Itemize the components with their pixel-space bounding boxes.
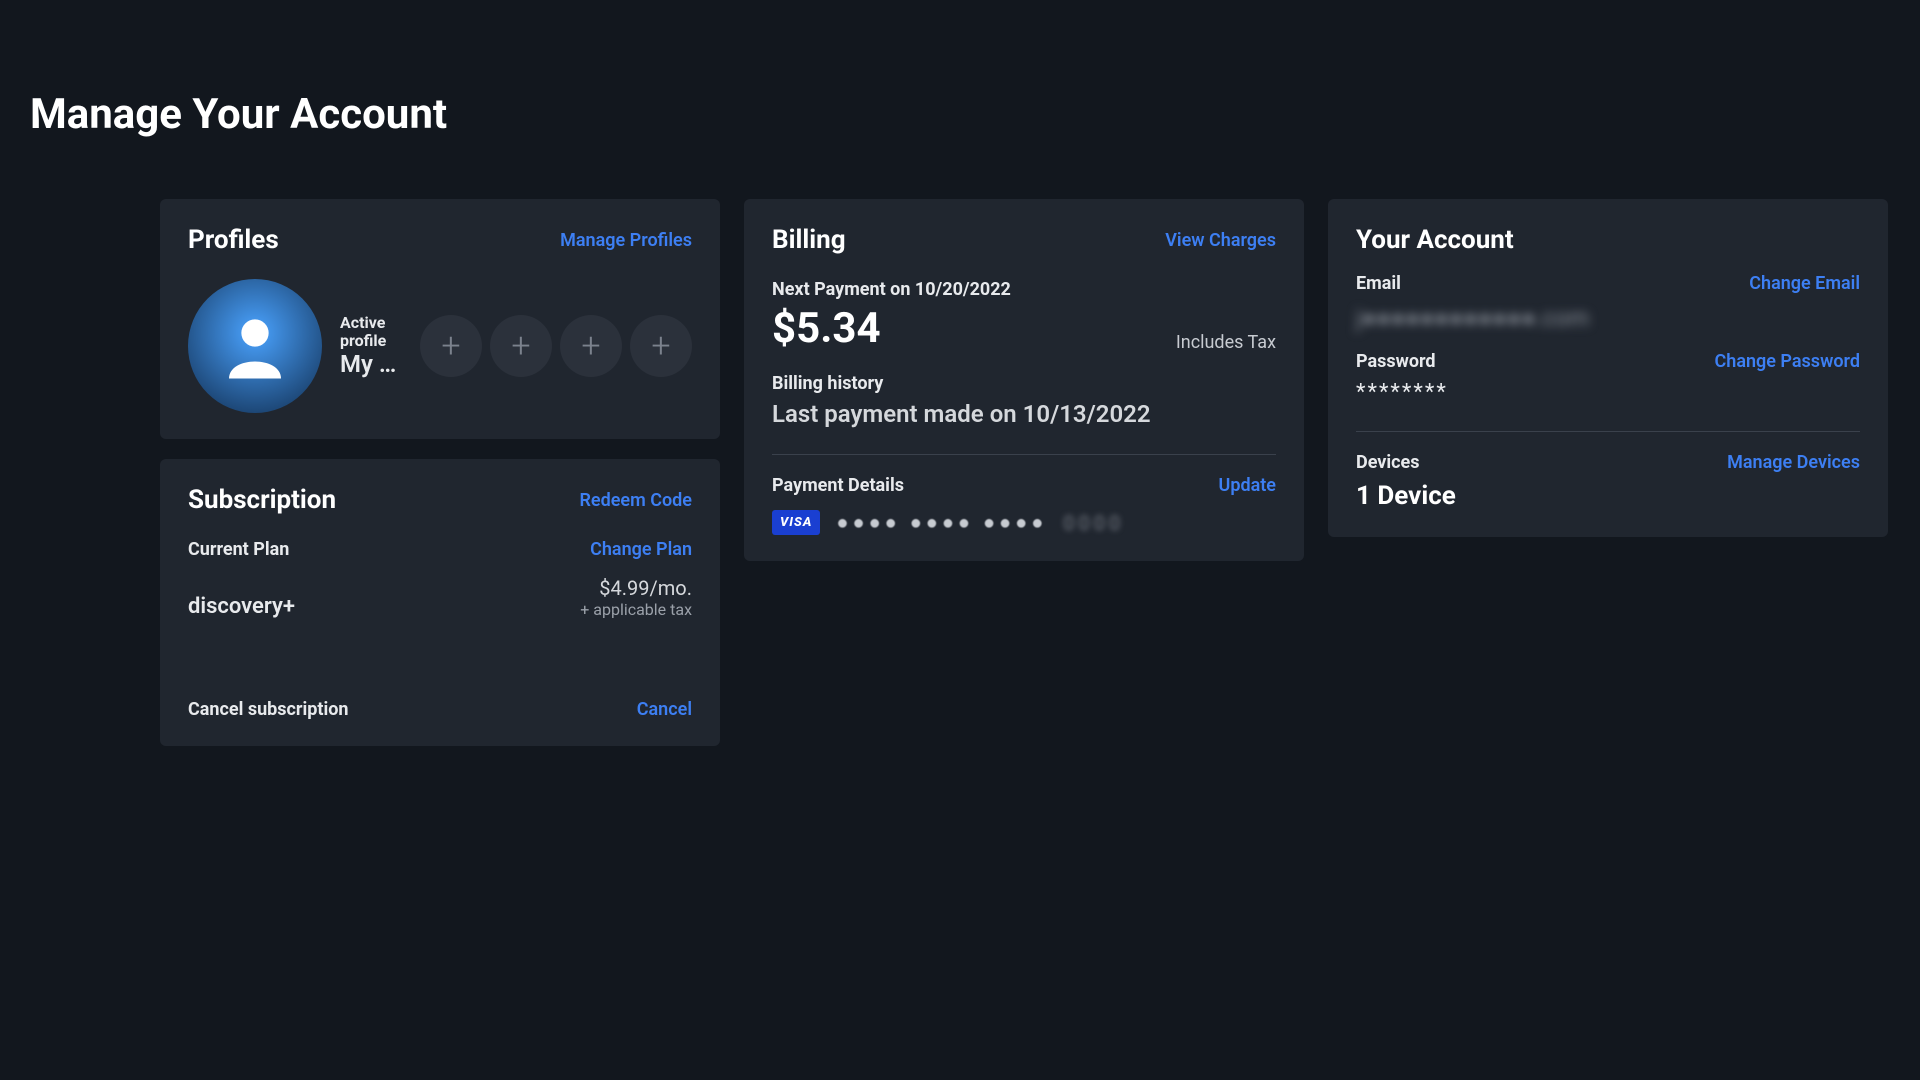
devices-value: 1 Device bbox=[1356, 481, 1860, 511]
subscription-card: Subscription Redeem Code Current Plan Ch… bbox=[160, 459, 720, 746]
devices-label: Devices bbox=[1356, 452, 1420, 473]
view-charges-link[interactable]: View Charges bbox=[1165, 230, 1276, 251]
change-password-link[interactable]: Change Password bbox=[1715, 351, 1861, 372]
password-value: ******** bbox=[1356, 380, 1860, 405]
plan-name: discovery+ bbox=[188, 594, 295, 619]
next-payment-label: Next Payment on 10/20/2022 bbox=[772, 279, 1276, 300]
add-profile-slot[interactable]: + bbox=[420, 315, 482, 377]
card-number-tail: 0000 bbox=[1063, 511, 1124, 535]
email-value: j●●●●●●●●●●●●.com bbox=[1356, 304, 1860, 333]
payment-details-label: Payment Details bbox=[772, 475, 904, 496]
plus-icon: + bbox=[651, 329, 670, 363]
includes-tax-label: Includes Tax bbox=[1176, 332, 1276, 353]
add-profile-slot[interactable]: + bbox=[560, 315, 622, 377]
plan-price: $4.99/mo. bbox=[580, 576, 692, 600]
subscription-title: Subscription bbox=[188, 485, 336, 515]
card-number-masked: ●●●● ●●●● ●●●● bbox=[836, 510, 1047, 535]
divider bbox=[1356, 431, 1860, 432]
billing-history-label: Billing history bbox=[772, 373, 1276, 394]
your-account-card: Your Account Email Change Email j●●●●●●●… bbox=[1328, 199, 1888, 537]
password-label: Password bbox=[1356, 351, 1436, 372]
page-title: Manage Your Account bbox=[30, 90, 1890, 139]
card-brand-badge: VISA bbox=[772, 510, 820, 535]
your-account-title: Your Account bbox=[1356, 225, 1514, 255]
add-profile-slot[interactable]: + bbox=[490, 315, 552, 377]
redeem-code-link[interactable]: Redeem Code bbox=[579, 490, 692, 511]
update-payment-link[interactable]: Update bbox=[1219, 475, 1276, 496]
active-profile-avatar[interactable] bbox=[188, 279, 322, 413]
profiles-card: Profiles Manage Profiles Active profile … bbox=[160, 199, 720, 439]
manage-profiles-link[interactable]: Manage Profiles bbox=[560, 230, 692, 251]
current-plan-label: Current Plan bbox=[188, 539, 289, 560]
plan-price-note: + applicable tax bbox=[580, 600, 692, 619]
last-payment-text: Last payment made on 10/13/2022 bbox=[772, 400, 1276, 428]
person-icon bbox=[216, 307, 294, 385]
divider bbox=[772, 454, 1276, 455]
manage-devices-link[interactable]: Manage Devices bbox=[1727, 452, 1860, 473]
billing-title: Billing bbox=[772, 225, 846, 255]
plus-icon: + bbox=[441, 329, 460, 363]
active-profile-name: My Pro… bbox=[340, 350, 402, 378]
email-label: Email bbox=[1356, 273, 1401, 294]
change-email-link[interactable]: Change Email bbox=[1749, 273, 1860, 294]
next-payment-amount: $5.34 bbox=[772, 304, 881, 353]
cancel-subscription-label: Cancel subscription bbox=[188, 699, 349, 720]
cancel-subscription-link[interactable]: Cancel bbox=[637, 699, 692, 720]
add-profile-slot[interactable]: + bbox=[630, 315, 692, 377]
change-plan-link[interactable]: Change Plan bbox=[590, 539, 692, 560]
active-profile-label: Active profile bbox=[340, 314, 402, 349]
plus-icon: + bbox=[581, 329, 600, 363]
profiles-title: Profiles bbox=[188, 225, 279, 255]
plus-icon: + bbox=[511, 329, 530, 363]
billing-card: Billing View Charges Next Payment on 10/… bbox=[744, 199, 1304, 561]
